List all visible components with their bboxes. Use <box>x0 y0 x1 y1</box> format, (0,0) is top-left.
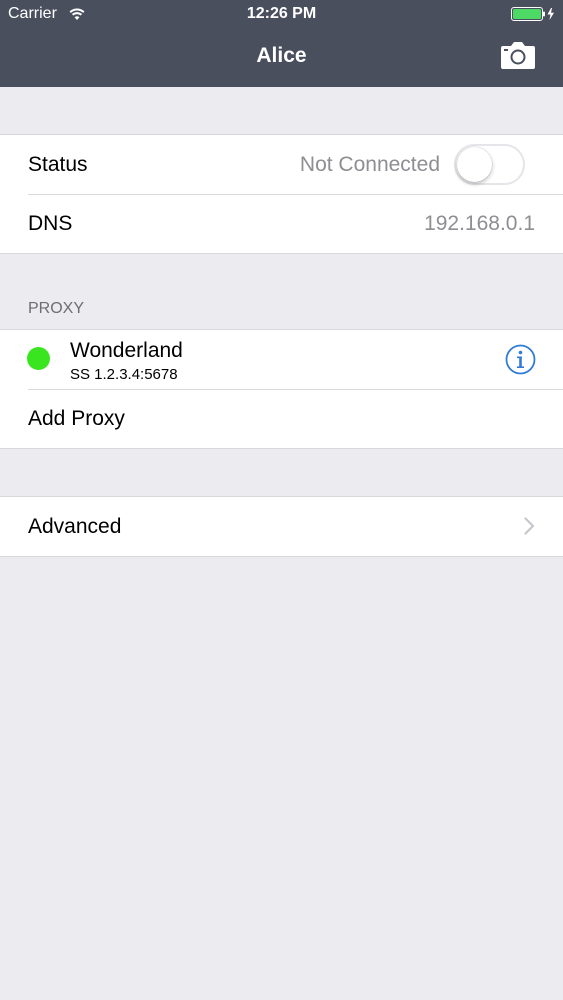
status-label: Status <box>28 153 88 176</box>
dns-value: 192.168.0.1 <box>424 212 535 235</box>
toggle-knob <box>457 147 492 182</box>
chevron-right-icon <box>524 517 535 535</box>
connection-group: Status Not Connected DNS 192.168.0.1 <box>0 134 563 254</box>
proxy-status-dot <box>27 347 50 370</box>
add-proxy-label: Add Proxy <box>28 407 125 430</box>
navigation-bar: Alice <box>0 28 563 87</box>
status-time: 12:26 PM <box>246 5 317 22</box>
proxy-detail: SS 1.2.3.4:5678 <box>70 366 178 383</box>
advanced-row[interactable]: Advanced <box>0 497 563 556</box>
proxy-name: Wonderland <box>70 339 183 362</box>
header: Carrier 12:26 PM Alice <box>0 0 563 87</box>
vpn-toggle[interactable] <box>454 144 525 185</box>
section-header-proxy: PROXY <box>28 300 85 317</box>
status-value: Not Connected <box>299 153 440 176</box>
advanced-label: Advanced <box>28 515 122 538</box>
add-proxy-row[interactable]: Add Proxy <box>0 389 563 448</box>
advanced-group: Advanced <box>0 496 563 557</box>
page-title: Alice <box>256 44 307 67</box>
status-bar: Carrier 12:26 PM <box>0 0 563 28</box>
dns-label: DNS <box>28 212 73 235</box>
dns-row[interactable]: DNS 192.168.0.1 <box>0 194 563 253</box>
info-icon[interactable] <box>505 344 536 375</box>
camera-icon[interactable] <box>498 40 538 72</box>
battery-icon <box>511 7 554 21</box>
status-row: Status Not Connected <box>0 135 563 194</box>
